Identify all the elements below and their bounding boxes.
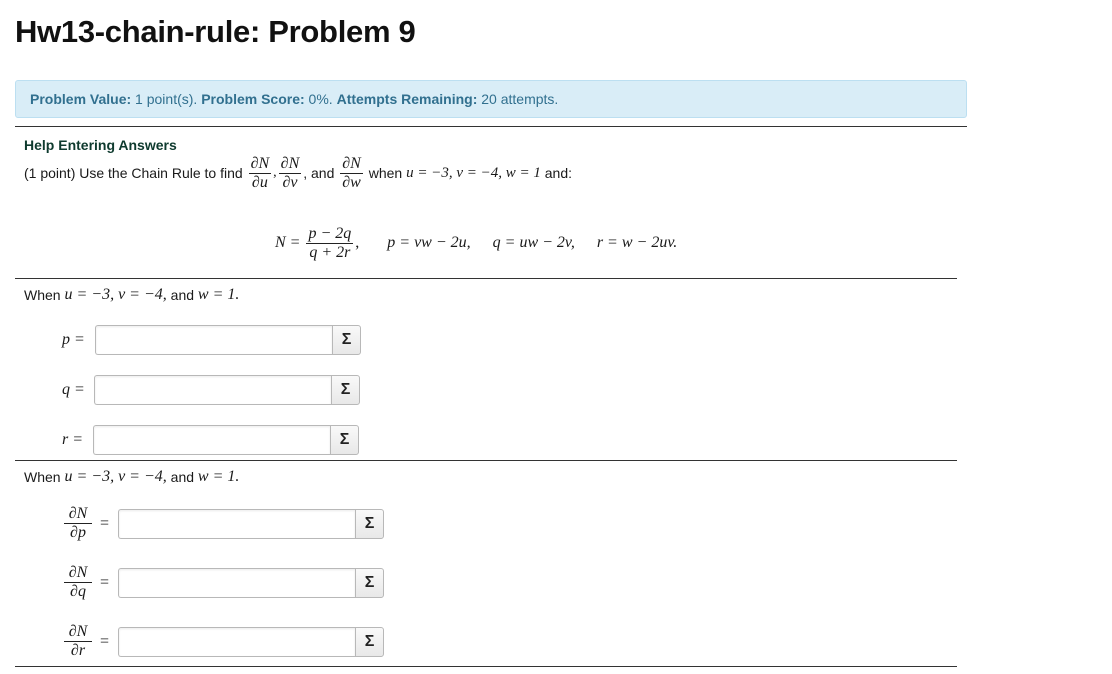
problem-value-label: Problem Value: xyxy=(30,91,132,107)
r-definition: r = w − 2uv. xyxy=(596,234,678,251)
statement-prefix: (1 point) Use the Chain Rule to find xyxy=(24,165,247,181)
attempts-remaining: 20 attempts. xyxy=(477,91,559,107)
section2-conditions: When u = −3, v = −4, and w = 1. xyxy=(24,468,240,485)
label-dN-dq: ∂N ∂q xyxy=(64,564,92,601)
problem-score-label: Problem Score: xyxy=(201,91,305,107)
divider xyxy=(15,460,957,461)
statement-conditions: u = −3, v = −4, w = 1 xyxy=(406,164,541,181)
N-fraction: p − 2q q + 2r xyxy=(306,224,354,261)
label-dN-dp: ∂N ∂p xyxy=(64,505,92,542)
divider xyxy=(15,666,957,667)
definition-equations: N = p − 2q q + 2r , p = vw − 2u, q = uw … xyxy=(275,224,678,261)
answer-input-dN-dq[interactable] xyxy=(118,567,355,598)
answer-input-q[interactable] xyxy=(94,375,331,405)
equation-editor-sigma-icon[interactable]: Σ xyxy=(331,375,360,405)
fraction-dN-dv: ∂N ∂v xyxy=(278,154,302,191)
equation-editor-sigma-icon[interactable]: Σ xyxy=(355,508,384,539)
equation-editor-sigma-icon[interactable]: Σ xyxy=(355,567,384,598)
help-entering-answers-link[interactable]: Help Entering Answers xyxy=(24,137,177,153)
label-dN-dr: ∂N ∂r xyxy=(64,623,92,660)
divider xyxy=(15,126,967,127)
divider xyxy=(15,278,957,279)
p-definition: p = vw − 2u, xyxy=(387,234,471,251)
label-r: r = xyxy=(62,431,84,448)
answer-row-q: q = Σ xyxy=(62,375,360,405)
fraction-dN-dw: ∂N ∂w xyxy=(340,154,363,191)
label-p: p = xyxy=(62,331,85,348)
label-q: q = xyxy=(62,381,85,398)
answer-row-dN-dq: ∂N ∂q = Σ xyxy=(62,564,384,601)
attempts-remaining-label: Attempts Remaining: xyxy=(336,91,478,107)
answer-input-dN-dr[interactable] xyxy=(118,626,355,657)
page-title: Hw13-chain-rule: Problem 9 xyxy=(15,14,416,49)
answer-input-r[interactable] xyxy=(93,425,330,455)
section1-conditions: When u = −3, v = −4, and w = 1. xyxy=(24,286,240,303)
answer-input-dN-dp[interactable] xyxy=(118,508,355,539)
fraction-dN-du: ∂N ∂u xyxy=(248,154,272,191)
problem-score: 0%. xyxy=(304,91,337,107)
problem-info-box: Problem Value: 1 point(s). Problem Score… xyxy=(15,80,967,118)
answer-input-p[interactable] xyxy=(95,325,332,355)
answer-row-p: p = Σ xyxy=(62,325,361,355)
problem-statement: (1 point) Use the Chain Rule to find ∂N … xyxy=(24,154,573,191)
q-definition: q = uw − 2v, xyxy=(492,234,575,251)
answer-row-r: r = Σ xyxy=(62,425,359,455)
equation-editor-sigma-icon[interactable]: Σ xyxy=(332,325,361,355)
answer-row-dN-dp: ∂N ∂p = Σ xyxy=(62,505,384,542)
equation-editor-sigma-icon[interactable]: Σ xyxy=(355,626,384,657)
problem-value: 1 point(s). xyxy=(131,91,202,107)
answer-row-dN-dr: ∂N ∂r = Σ xyxy=(62,623,384,660)
equation-editor-sigma-icon[interactable]: Σ xyxy=(330,425,359,455)
